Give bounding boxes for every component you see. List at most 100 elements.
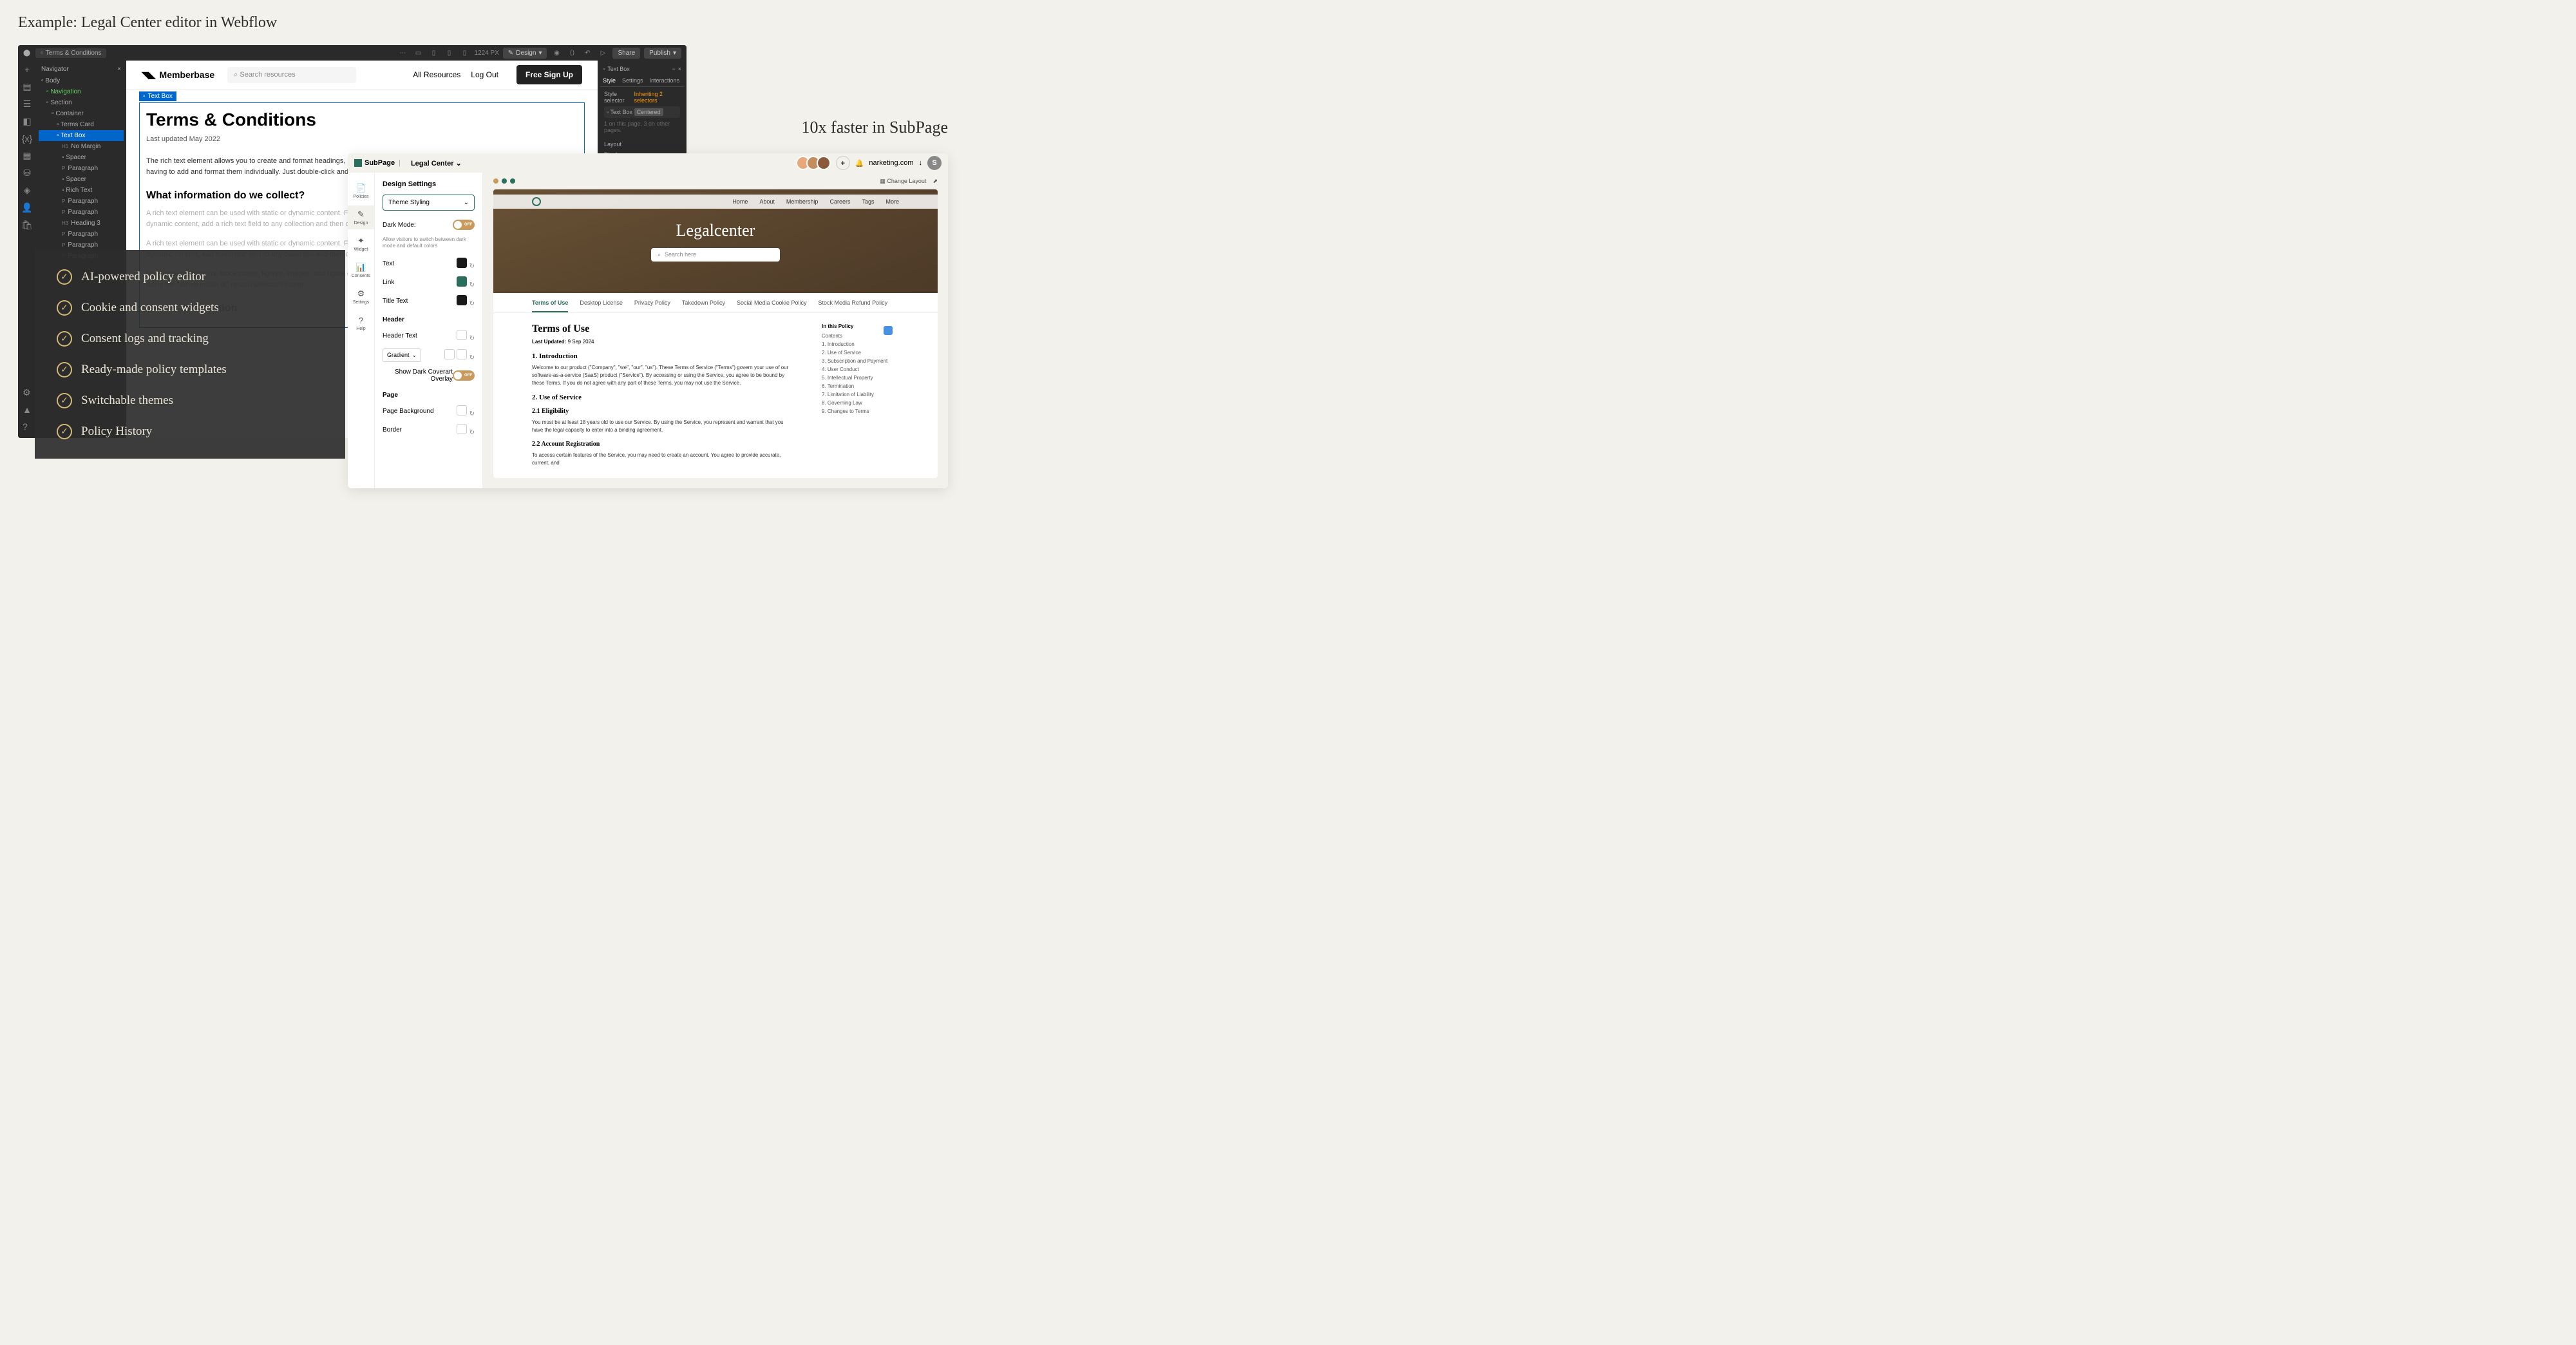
rail-item-settings[interactable]: ⚙Settings xyxy=(348,285,374,309)
policy-tab[interactable]: Takedown Policy xyxy=(682,300,725,312)
tablet-icon[interactable]: ▯ xyxy=(428,47,440,59)
nav-tree-item[interactable]: ▫ Spacer xyxy=(39,174,124,185)
hero-nav-link[interactable]: About xyxy=(759,198,775,205)
rail-item-design[interactable]: ✎Design xyxy=(348,205,374,229)
policy-tab[interactable]: Terms of Use xyxy=(532,300,568,312)
users-icon[interactable]: 👤 xyxy=(21,202,32,213)
rail-item-help[interactable]: ?Help xyxy=(348,311,374,335)
publish-button[interactable]: Publish ▾ xyxy=(644,48,681,59)
eye-icon[interactable]: ◉ xyxy=(551,47,562,59)
toc-item[interactable]: 1. Introduction xyxy=(822,341,899,347)
nav-tree-item[interactable]: ▫ Navigation xyxy=(39,86,124,97)
toc-item[interactable]: 2. Use of Service xyxy=(822,350,899,356)
dropdown-icon[interactable]: ↓ xyxy=(919,159,923,167)
rail-item-policies[interactable]: 📄Policies xyxy=(348,179,374,203)
settings-icon[interactable]: ⚙ xyxy=(23,387,32,398)
components-icon[interactable]: ◧ xyxy=(23,116,31,127)
text-color-swatch[interactable] xyxy=(457,258,467,268)
mobile-l-icon[interactable]: ▯ xyxy=(444,47,455,59)
theme-select[interactable]: Theme Styling⌄ xyxy=(383,195,475,211)
header-text-swatch[interactable] xyxy=(457,330,467,340)
mobile-icon[interactable]: ▯ xyxy=(459,47,471,59)
assets-icon[interactable]: ▦ xyxy=(23,150,31,161)
nav-tree-item[interactable]: ▫ Section xyxy=(39,97,124,108)
policy-tab[interactable]: Stock Media Refund Policy xyxy=(819,300,888,312)
bell-icon[interactable]: 🔔 xyxy=(855,159,864,167)
toc-item[interactable]: 8. Governing Law xyxy=(822,400,899,406)
add-icon[interactable]: + xyxy=(24,64,30,75)
nav-tree-item[interactable]: P Paragraph xyxy=(39,196,124,207)
nav-tree-item[interactable]: P Paragraph xyxy=(39,229,124,240)
nav-tree-item[interactable]: H3 Heading 3 xyxy=(39,218,124,229)
gradient-select[interactable]: Gradient ⌄ xyxy=(383,348,421,362)
close-icon[interactable]: × xyxy=(117,66,121,73)
title-color-swatch[interactable] xyxy=(457,295,467,305)
nav-tree-item[interactable]: P Paragraph xyxy=(39,240,124,251)
play-icon[interactable]: ▷ xyxy=(597,47,609,59)
logic-icon[interactable]: ◈ xyxy=(24,185,31,196)
policy-tab[interactable]: Social Media Cookie Policy xyxy=(737,300,807,312)
nav-tree-item[interactable]: ▫ Rich Text xyxy=(39,185,124,196)
share-button[interactable]: Share xyxy=(612,48,640,59)
hero-nav-link[interactable]: More xyxy=(886,198,899,205)
user-avatar[interactable]: S xyxy=(927,156,942,170)
ai-badge-icon[interactable] xyxy=(884,326,893,335)
link-color-swatch[interactable] xyxy=(457,276,467,287)
site-logo-icon[interactable] xyxy=(532,197,541,206)
nav-link[interactable]: All Resources xyxy=(413,70,460,79)
toc-item[interactable]: 5. Intellectual Property xyxy=(822,375,899,381)
hero-nav-link[interactable]: Membership xyxy=(786,198,819,205)
code-icon[interactable]: ⟨⟩ xyxy=(566,47,578,59)
rail-item-widget[interactable]: ✦Widget xyxy=(348,232,374,256)
open-icon[interactable]: ⬈ xyxy=(933,178,938,185)
cms-icon[interactable]: ⛁ xyxy=(23,167,31,178)
apps-icon[interactable]: ▲ xyxy=(23,405,32,415)
dark-mode-toggle[interactable]: OFF xyxy=(453,220,475,230)
policy-tab[interactable]: Privacy Policy xyxy=(634,300,670,312)
reset-icon[interactable]: ↻ xyxy=(469,335,475,342)
nav-tree-item[interactable]: ▫ Body xyxy=(39,75,124,86)
page-selector[interactable]: Legal Center ⌄ xyxy=(411,159,462,167)
add-collaborator-button[interactable]: + xyxy=(836,156,850,170)
undo-icon[interactable]: ↶ xyxy=(582,47,593,59)
style-tab[interactable]: Style xyxy=(603,77,616,84)
toc-item[interactable]: 6. Termination xyxy=(822,383,899,389)
signup-button[interactable]: Free Sign Up xyxy=(516,65,582,84)
help-icon[interactable]: ? xyxy=(23,421,32,432)
nav-tree-item[interactable]: ▫ Text Box xyxy=(39,130,124,141)
toc-item[interactable]: 3. Subscription and Payment xyxy=(822,358,899,364)
hero-nav-link[interactable]: Home xyxy=(732,198,748,205)
webflow-tab[interactable]: ▫Terms & Conditions xyxy=(35,48,106,58)
reset-icon[interactable]: ↻ xyxy=(469,281,475,289)
hero-search-input[interactable]: ⌕ Search here xyxy=(651,248,780,262)
toc-item[interactable]: 9. Changes to Terms xyxy=(822,408,899,414)
nav-tree-item[interactable]: ▫ Spacer xyxy=(39,152,124,163)
page-bg-swatch[interactable] xyxy=(457,405,467,415)
change-layout-button[interactable]: ▦ Change Layout xyxy=(880,178,926,185)
pages-icon[interactable]: ▤ xyxy=(23,81,31,92)
rail-item-consents[interactable]: 📊Consents xyxy=(348,258,374,282)
desktop-icon[interactable]: ▭ xyxy=(413,47,424,59)
nav-tree-item[interactable]: H1 No Margin xyxy=(39,141,124,152)
search-input[interactable]: ⌕ Search resources xyxy=(227,67,356,83)
nav-tree-item[interactable]: ▫ Container xyxy=(39,108,124,119)
hero-nav-link[interactable]: Tags xyxy=(862,198,874,205)
toc-item[interactable]: 7. Limitation of Liability xyxy=(822,392,899,397)
reset-icon[interactable]: ↻ xyxy=(469,263,475,270)
border-swatch[interactable] xyxy=(457,424,467,434)
doc-heading[interactable]: Terms & Conditions xyxy=(146,110,578,130)
design-mode-button[interactable]: ✎ Design ▾ xyxy=(503,48,547,59)
nav-tree-item[interactable]: P Paragraph xyxy=(39,163,124,174)
ecom-icon[interactable]: 🛍 xyxy=(21,220,33,231)
nav-icon[interactable]: ☰ xyxy=(23,99,32,110)
policy-tab[interactable]: Desktop License xyxy=(580,300,623,312)
hero-nav-link[interactable]: Careers xyxy=(829,198,850,205)
nav-tree-item[interactable]: ▫ Terms Card xyxy=(39,119,124,130)
overlay-toggle[interactable]: OFF xyxy=(453,370,475,381)
settings-tab[interactable]: Settings xyxy=(622,77,643,84)
collaborator-avatars[interactable] xyxy=(800,156,831,170)
nav-tree-item[interactable]: P Paragraph xyxy=(39,207,124,218)
toc-item[interactable]: 4. User Conduct xyxy=(822,367,899,372)
interactions-tab[interactable]: Interactions xyxy=(650,77,680,84)
more-icon[interactable]: ⋯ xyxy=(397,47,409,59)
